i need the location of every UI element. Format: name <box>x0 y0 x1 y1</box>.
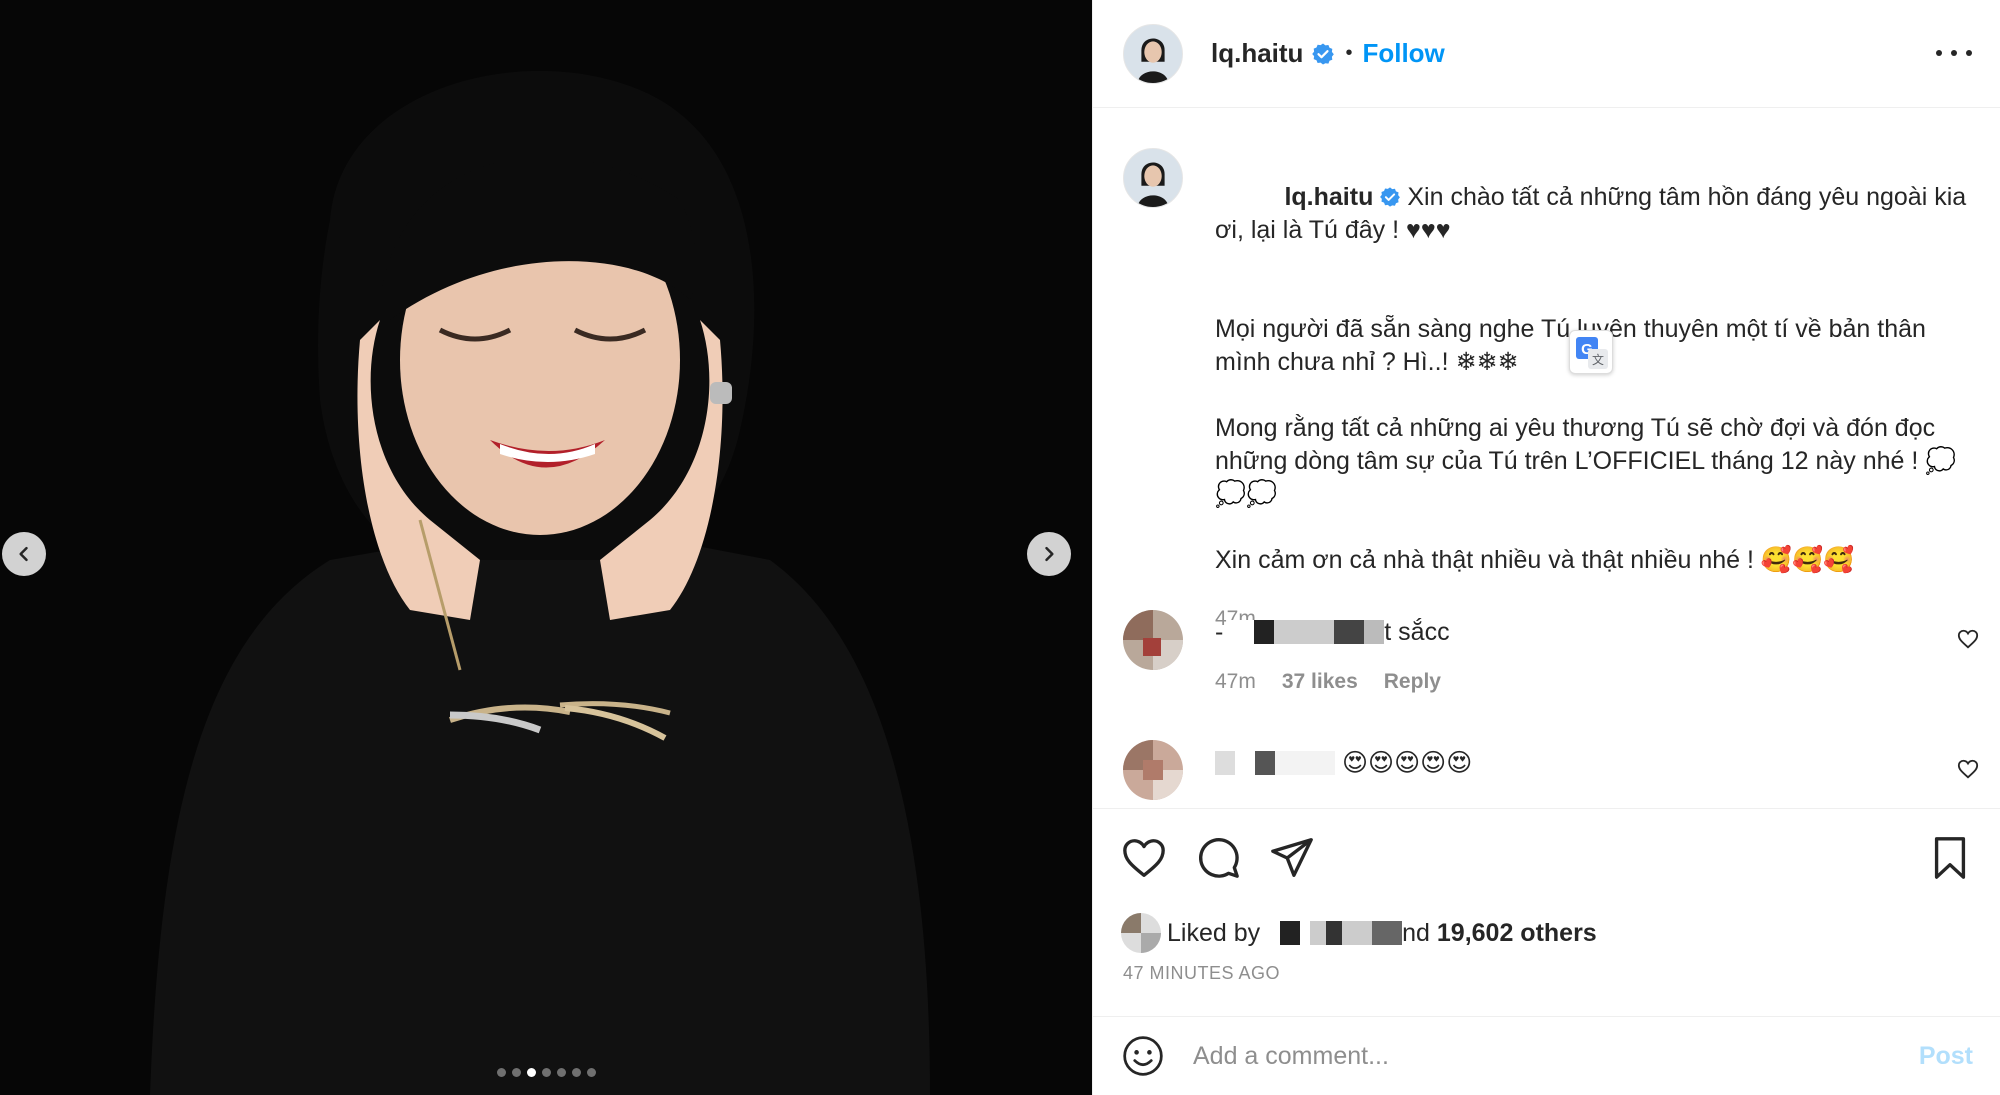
carousel-dot <box>571 1068 581 1077</box>
separator-dot: • <box>1345 42 1353 64</box>
post-side-panel: lq.haitu • Follow lq.haitu Xin chào tất … <box>1092 0 2000 1095</box>
carousel-dot <box>496 1068 506 1077</box>
carousel-dot <box>586 1068 596 1077</box>
reply-button[interactable]: Reply <box>1384 670 1441 694</box>
follow-button[interactable]: Follow <box>1362 38 1444 69</box>
caption-text: lq.haitu Xin chào tất cả những tâm hồn đá… <box>1215 148 1985 635</box>
commenter-avatar[interactable] <box>1123 610 1183 670</box>
caption-and-comments[interactable]: lq.haitu Xin chào tất cả những tâm hồn đá… <box>1093 108 2000 808</box>
caption-paragraph-3: Mong rằng tất cả những ai yêu thương Tú … <box>1215 414 1957 508</box>
comment-icon[interactable] <box>1195 835 1241 881</box>
caption-author-avatar[interactable] <box>1123 148 1183 208</box>
post-time-ago: 47 MINUTES AGO <box>1123 963 1281 983</box>
commenter-avatar[interactable] <box>1123 740 1183 800</box>
carousel-indicators <box>0 1068 1092 1077</box>
svg-text:文: 文 <box>1592 352 1604 367</box>
caption-username[interactable]: lq.haitu <box>1284 183 1373 211</box>
liked-by-label: Liked by <box>1167 918 1261 947</box>
comment-like-heart-icon[interactable] <box>1957 758 1979 780</box>
author-avatar[interactable] <box>1123 23 1183 84</box>
carousel-dot <box>541 1068 551 1077</box>
comment-like-heart-icon[interactable] <box>1957 628 1979 650</box>
translate-icon[interactable]: G 文 <box>1569 330 1613 374</box>
like-count[interactable]: 19,602 others <box>1437 919 1597 948</box>
add-comment-bar: Post <box>1093 1016 2000 1095</box>
comment-input[interactable] <box>1193 1041 1919 1071</box>
comment-timestamp: 47m <box>1215 670 1256 693</box>
carousel-dot <box>511 1068 521 1077</box>
comment-likes[interactable]: 37 likes <box>1282 670 1358 694</box>
post-photo <box>0 0 1092 1095</box>
emoji-icon[interactable] <box>1121 1034 1165 1078</box>
post-media <box>0 0 1092 1095</box>
verified-badge-icon <box>1380 187 1401 207</box>
heart-icon[interactable] <box>1121 835 1167 881</box>
bookmark-icon[interactable] <box>1927 835 1973 881</box>
more-options-icon[interactable] <box>1936 38 1972 68</box>
share-icon[interactable] <box>1269 835 1315 881</box>
previous-image-button[interactable] <box>2 532 46 576</box>
carousel-dot <box>556 1068 566 1077</box>
post-comment-button[interactable]: Post <box>1919 1042 1973 1071</box>
post-actions: Liked by nd 19,602 others 47 MINUTES AGO <box>1093 808 2000 1016</box>
chevron-left-icon <box>19 546 28 562</box>
comment-text: - t sắcc <box>1215 618 1450 646</box>
chevron-right-icon <box>1045 546 1054 562</box>
avatar-image <box>1124 149 1182 207</box>
comment-text: 😍😍😍😍😍 <box>1215 748 1472 778</box>
liker-avatar <box>1121 913 1161 953</box>
author-username[interactable]: lq.haitu <box>1211 38 1303 69</box>
next-image-button[interactable] <box>1027 532 1071 576</box>
avatar-image <box>1124 24 1182 83</box>
post-header: lq.haitu • Follow <box>1093 0 2000 108</box>
verified-badge-icon <box>1312 43 1335 64</box>
caption-paragraph-4: Xin cảm ơn cả nhà thật nhiều và thật nhi… <box>1215 546 1855 574</box>
instagram-post-modal: lq.haitu • Follow lq.haitu Xin chào tất … <box>0 0 2000 1095</box>
carousel-dot <box>526 1068 536 1077</box>
comment-meta: 47m 37 likes Reply <box>1215 670 1441 694</box>
liked-by-suffix: nd <box>1402 918 1430 947</box>
liked-by-summary[interactable]: Liked by nd 19,602 others <box>1121 913 1597 953</box>
